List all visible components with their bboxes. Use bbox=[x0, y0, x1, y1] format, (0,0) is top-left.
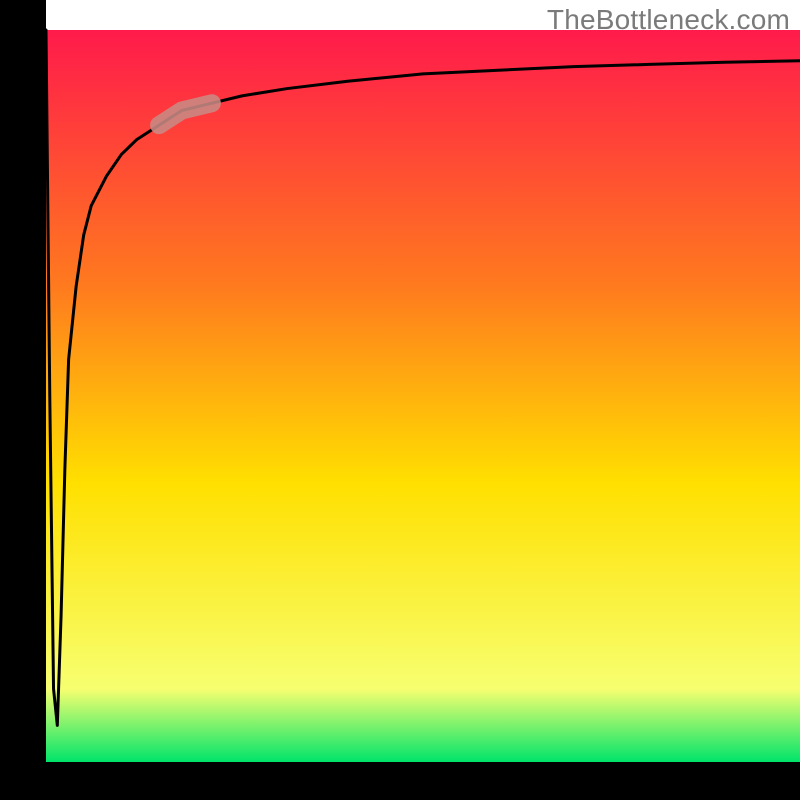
y-axis-bar bbox=[0, 0, 46, 800]
chart-stage: TheBottleneck.com bbox=[0, 0, 800, 800]
chart-svg bbox=[0, 0, 800, 800]
watermark-text: TheBottleneck.com bbox=[547, 4, 790, 36]
x-axis-bar bbox=[0, 762, 800, 800]
plot-area-gradient bbox=[46, 30, 800, 762]
